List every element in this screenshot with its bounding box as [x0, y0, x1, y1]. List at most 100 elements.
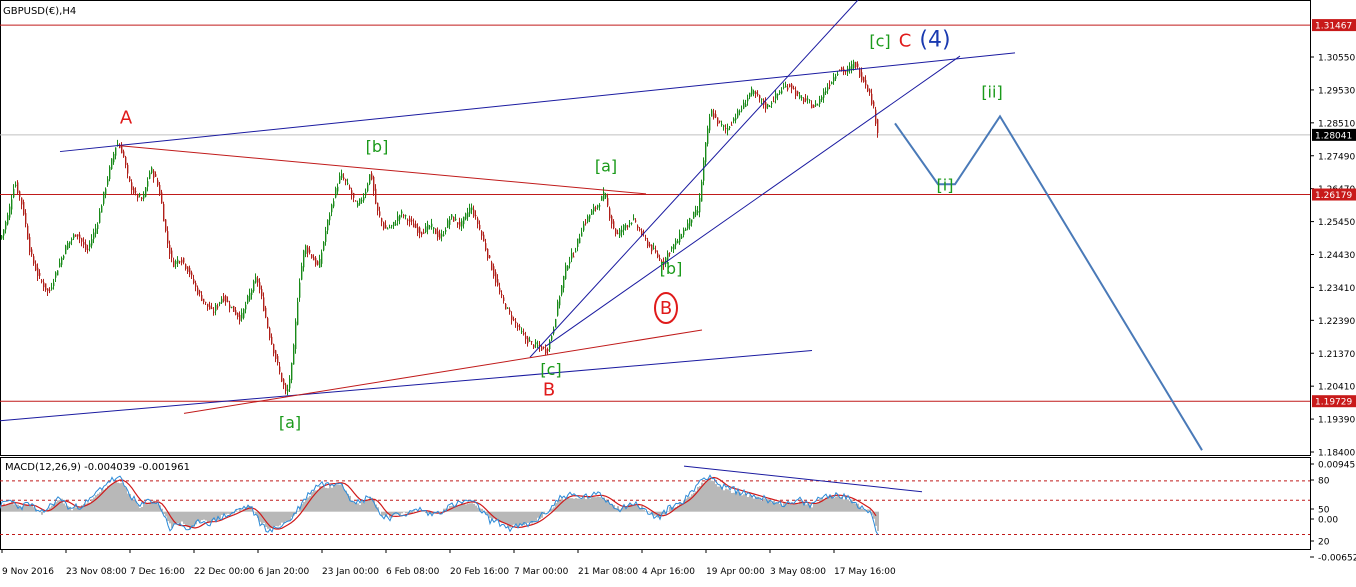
chart-canvas[interactable]: A[b][a][b]B[c]B[a][c]C(4)[ii][i] 1.30550… — [0, 0, 1356, 583]
candle-body — [731, 125, 732, 126]
candle-body — [639, 229, 640, 230]
macd-hist-bar — [133, 500, 135, 512]
candle-body — [297, 302, 298, 325]
candle-body — [93, 233, 94, 240]
wave-label-4: B — [660, 298, 672, 319]
candle-body — [851, 64, 852, 69]
candle-body — [615, 229, 616, 234]
macd-hist-bar — [819, 499, 821, 512]
candle-body — [407, 220, 408, 221]
macd-hist-bar — [309, 496, 311, 512]
candle-body — [165, 219, 166, 231]
candle-body — [389, 227, 390, 228]
candle-body — [373, 177, 374, 191]
candle-body — [45, 283, 46, 290]
candle-body — [511, 315, 512, 320]
candle-body — [159, 185, 160, 195]
macd-hist-bar — [115, 481, 117, 511]
candle-body — [183, 258, 184, 263]
macd-hist-bar — [351, 500, 353, 511]
macd-hist-bar — [187, 512, 189, 527]
candle-body — [205, 302, 206, 303]
macd-hist-bar — [127, 494, 129, 512]
candle-body — [605, 195, 606, 197]
candle-body — [175, 261, 176, 264]
candle-body — [133, 188, 134, 193]
candle-body — [521, 331, 522, 332]
candle-body — [787, 88, 788, 90]
candle-body — [295, 322, 296, 349]
macd-hist-bar — [403, 512, 405, 513]
candle-body — [69, 241, 70, 244]
macd-hist-bar — [465, 504, 467, 511]
candle-body — [857, 64, 858, 67]
macd-hist-bar — [147, 504, 149, 512]
macd-hist-bar — [27, 505, 29, 512]
macd-hist-bar — [577, 499, 579, 512]
candle-body — [7, 215, 8, 224]
macd-hist-bar — [277, 512, 279, 527]
macd-hist-bar — [751, 496, 753, 512]
candle-body — [97, 225, 98, 229]
candle-body — [155, 174, 156, 176]
candle-body — [687, 223, 688, 228]
price-candles — [1, 60, 878, 395]
candle-body — [865, 80, 866, 85]
candle-body — [291, 363, 292, 380]
candle-body — [603, 192, 604, 199]
candle-body — [715, 114, 716, 117]
candle-body — [735, 118, 736, 120]
time-tick-label: 22 Dec 00:00 — [194, 567, 255, 577]
candle-body — [371, 173, 372, 179]
candle-body — [21, 198, 22, 205]
candle-body — [161, 192, 162, 203]
macd-hist-bar — [271, 512, 273, 528]
candle-body — [703, 160, 704, 180]
candle-body — [575, 251, 576, 252]
macd-hist-bar — [457, 506, 459, 511]
macd-hist-bar — [667, 511, 669, 512]
candle-body — [551, 336, 552, 340]
candle-body — [425, 226, 426, 232]
candle-body — [821, 97, 822, 100]
macd-hist-bar — [119, 483, 121, 511]
macd-hist-bar — [837, 496, 839, 512]
macd-hist-bar — [405, 512, 407, 514]
candle-body — [809, 100, 810, 101]
candle-body — [741, 110, 742, 111]
candle-body — [627, 226, 628, 227]
candle-body — [55, 272, 56, 277]
time-tick-label: 9 Nov 2016 — [2, 567, 54, 577]
candle-body — [249, 293, 250, 300]
candle-body — [163, 204, 164, 221]
candle-body — [313, 257, 314, 260]
candle-body — [467, 212, 468, 217]
candle-body — [11, 199, 12, 209]
candle-body — [525, 336, 526, 339]
chart-title: GBPUSD(€),H4 — [3, 6, 76, 17]
macd-hist-bar — [123, 486, 125, 512]
candle-body — [751, 89, 752, 95]
candle-body — [367, 185, 368, 192]
macd-hist-bar — [311, 492, 313, 512]
candle-body — [35, 264, 36, 270]
level-price-tag-2: 1.19729 — [1315, 398, 1352, 408]
candle-body — [333, 201, 334, 206]
candle-body — [293, 345, 294, 365]
candle-body — [225, 296, 226, 302]
candle-body — [241, 313, 242, 319]
macd-hist-bar — [597, 497, 599, 512]
macd-hist-bar — [71, 510, 73, 511]
candle-body — [79, 235, 80, 239]
candle-body — [505, 304, 506, 309]
wave-label-2: [a] — [595, 156, 617, 175]
candle-body — [805, 98, 806, 100]
candle-body — [725, 128, 726, 129]
candle-body — [569, 262, 570, 264]
macd-hist-bar — [329, 486, 331, 511]
macd-hist-bar — [829, 496, 831, 511]
candle-body — [561, 286, 562, 295]
candle-body — [599, 205, 600, 206]
candle-body — [5, 222, 6, 229]
macd-hist-bar — [481, 509, 483, 512]
